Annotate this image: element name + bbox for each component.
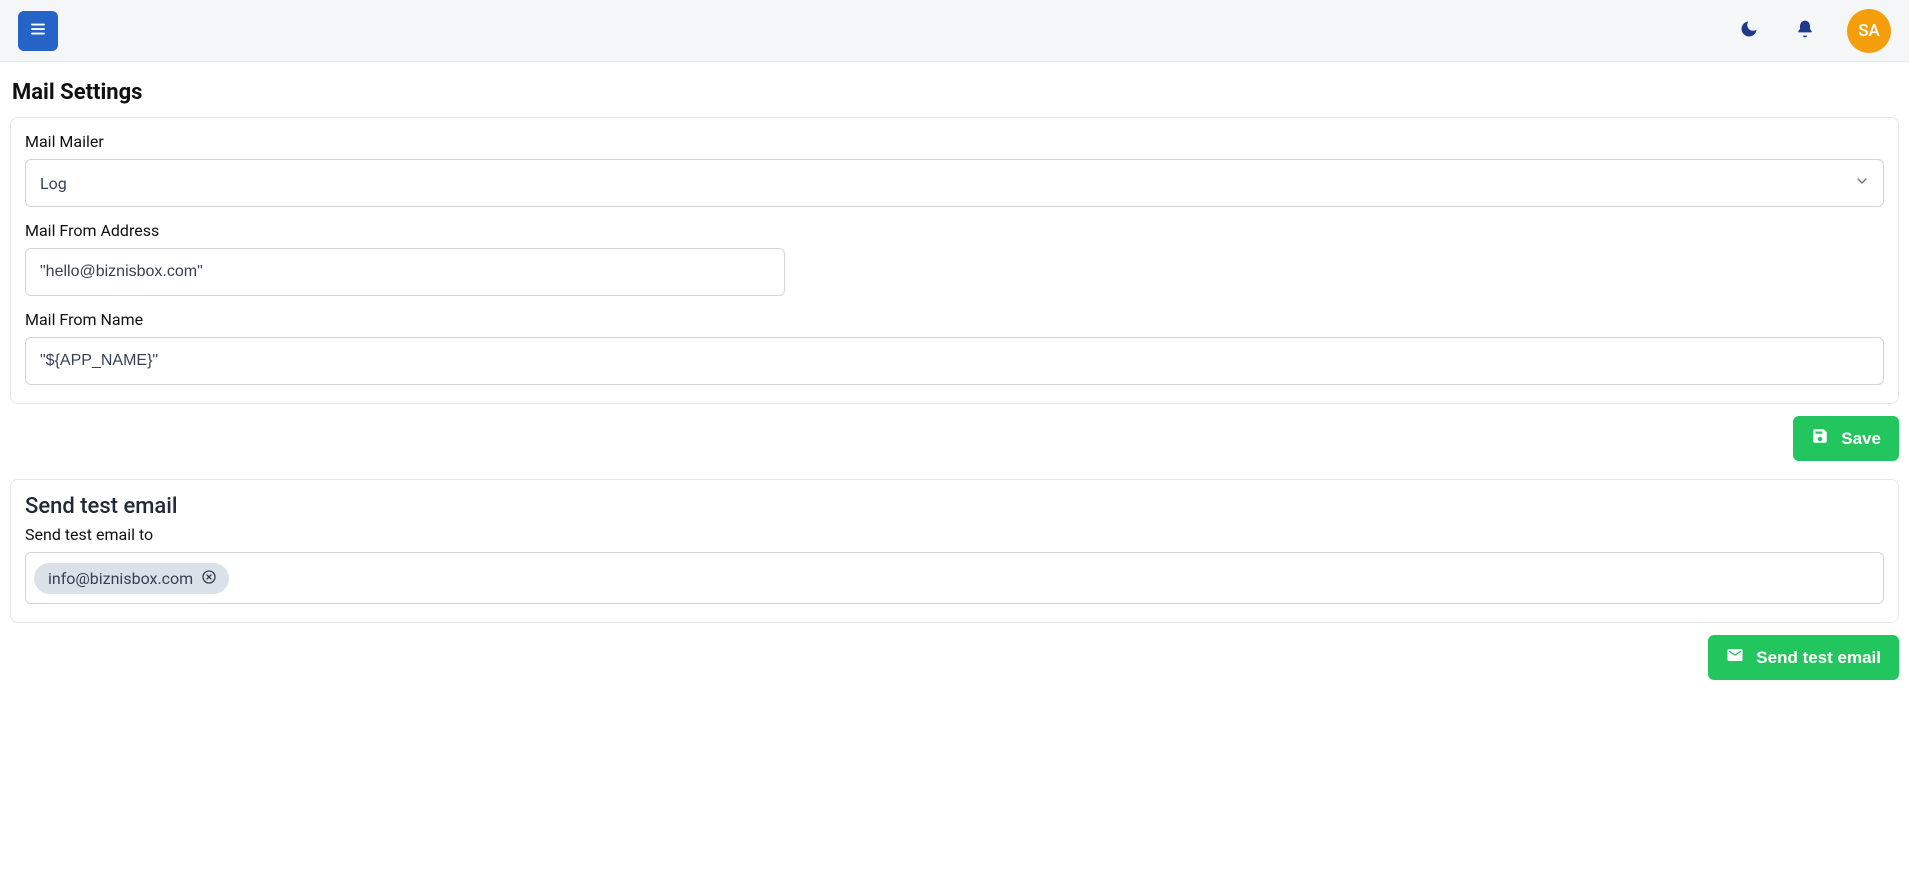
send-test-email-card: Send test email Send test email to info@…	[10, 479, 1899, 623]
moon-icon	[1739, 19, 1759, 42]
mail-mailer-label: Mail Mailer	[25, 132, 1884, 151]
avatar[interactable]: SA	[1847, 9, 1891, 53]
avatar-initials: SA	[1858, 21, 1880, 41]
mail-settings-card: Mail Mailer Log Mail From Address Mail F…	[10, 117, 1899, 404]
close-circle-icon	[201, 569, 217, 588]
notifications-button[interactable]	[1791, 15, 1819, 46]
mail-from-address-label: Mail From Address	[25, 221, 1884, 240]
envelope-icon	[1726, 646, 1744, 669]
send-test-email-button-label: Send test email	[1756, 648, 1881, 668]
page-title: Mail Settings	[12, 80, 1899, 105]
send-test-email-label: Send test email to	[25, 525, 1884, 544]
send-test-section-title: Send test email	[25, 494, 1884, 519]
send-test-email-input[interactable]: info@biznisbox.com	[25, 552, 1884, 604]
topbar: SA	[0, 0, 1909, 62]
mail-mailer-value: Log	[40, 174, 67, 193]
mail-mailer-group: Mail Mailer Log	[25, 132, 1884, 207]
mail-mailer-select[interactable]: Log	[25, 159, 1884, 207]
mail-mailer-select-wrapper: Log	[25, 159, 1884, 207]
send-test-email-button[interactable]: Send test email	[1708, 635, 1899, 680]
save-button-label: Save	[1841, 429, 1881, 449]
topbar-right: SA	[1735, 9, 1891, 53]
mail-from-name-input[interactable]	[25, 337, 1884, 385]
email-chip: info@biznisbox.com	[34, 563, 229, 594]
bell-icon	[1795, 19, 1815, 42]
save-icon	[1811, 427, 1829, 450]
page-content: Mail Settings Mail Mailer Log Mail From …	[0, 62, 1909, 708]
menu-toggle-button[interactable]	[18, 11, 58, 51]
email-chip-label: info@biznisbox.com	[48, 569, 193, 588]
save-button-row: Save	[10, 416, 1899, 461]
mail-from-address-group: Mail From Address	[25, 221, 1884, 296]
mail-from-address-input[interactable]	[25, 248, 785, 296]
chip-remove-button[interactable]	[201, 569, 217, 588]
mail-from-name-label: Mail From Name	[25, 310, 1884, 329]
menu-icon	[29, 20, 47, 41]
save-button[interactable]: Save	[1793, 416, 1899, 461]
send-test-button-row: Send test email	[10, 635, 1899, 680]
theme-toggle-button[interactable]	[1735, 15, 1763, 46]
mail-from-name-group: Mail From Name	[25, 310, 1884, 385]
